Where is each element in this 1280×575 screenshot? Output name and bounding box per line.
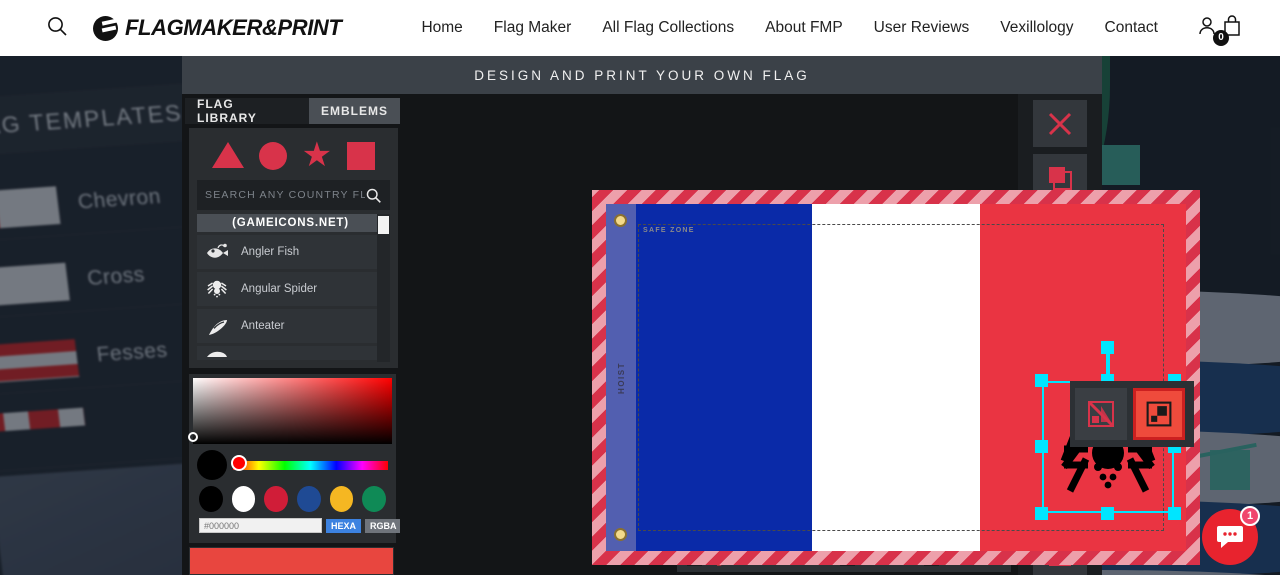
copy-icon: [1049, 166, 1072, 190]
primary-action-button[interactable]: [189, 547, 394, 575]
hex-input[interactable]: [199, 518, 322, 533]
app-body: FLAG LIBRARY EMBLEMS ★ (GAMEICONS.NET): [182, 94, 1200, 575]
saturation-cursor[interactable]: [188, 432, 198, 442]
tab-flag-library[interactable]: FLAG LIBRARY: [185, 97, 309, 125]
resize-handle-middle-left[interactable]: [1035, 440, 1048, 453]
hex-input-row: HEXA RGBA Save Reset: [193, 518, 476, 539]
nav-item-all-flag-collections[interactable]: All Flag Collections: [602, 19, 734, 37]
emblem-list-items: Angler Fish Angular Spider Anteater: [197, 235, 384, 360]
nav-item-vexillology[interactable]: Vexillology: [1000, 19, 1073, 37]
spider-icon: [203, 277, 231, 301]
partial-icon: [203, 346, 231, 360]
logo-mark-icon: [93, 15, 118, 41]
swatch-white[interactable]: [231, 486, 256, 512]
site-header: FLAGMAKER&PRINT Home Flag Maker All Flag…: [0, 0, 1280, 56]
grommet-bottom: [614, 528, 627, 541]
list-item[interactable]: [197, 346, 384, 360]
circle-shape-button[interactable]: [258, 142, 287, 170]
angler-fish-icon: [203, 240, 231, 264]
overlay-off-option[interactable]: [1075, 388, 1127, 440]
emblem-list-scrollbar[interactable]: [377, 214, 390, 362]
hoist-label: HOIST: [616, 361, 626, 394]
list-source-label: (GAMEICONS.NET): [197, 214, 384, 232]
nav-item-home[interactable]: Home: [421, 19, 462, 37]
library-box: ★ (GAMEICONS.NET) Angler Fish: [189, 128, 398, 368]
panel-tabs: FLAG LIBRARY EMBLEMS: [185, 97, 400, 125]
logo-text: FLAGMAKER&PRINT: [125, 15, 342, 40]
overlay-options-popup: [1070, 381, 1194, 447]
chat-widget-button[interactable]: 1: [1202, 506, 1260, 565]
swatch-black[interactable]: [199, 486, 223, 512]
anteater-icon: [203, 314, 231, 338]
library-panel: FLAG LIBRARY EMBLEMS ★ (GAMEICONS.NET): [183, 94, 476, 575]
current-color-swatch: [197, 450, 227, 480]
hue-slider-knob[interactable]: [231, 454, 247, 471]
list-item[interactable]: Angular Spider: [197, 272, 384, 306]
site-logo[interactable]: FLAGMAKER&PRINT: [93, 15, 342, 41]
search-icon[interactable]: [46, 15, 68, 42]
swatch-green[interactable]: [362, 486, 387, 512]
tab-emblems[interactable]: EMBLEMS: [309, 98, 400, 124]
list-item-label: Angular Spider: [241, 283, 318, 295]
nav-item-contact[interactable]: Contact: [1105, 19, 1158, 37]
flag-maker-app: DESIGN AND PRINT YOUR OWN FLAG FLAG LIBR…: [182, 56, 1200, 575]
overlay-on-option[interactable]: [1133, 388, 1185, 440]
list-item-label: Anteater: [241, 320, 285, 332]
resize-handle-bottom-center[interactable]: [1101, 507, 1114, 520]
rgba-button[interactable]: RGBA: [365, 518, 402, 533]
hexa-button[interactable]: HEXA: [326, 518, 362, 533]
flag-canvas[interactable]: HOIST SAFE ZONE: [400, 94, 1200, 575]
safe-zone-label: SAFE ZONE: [643, 227, 695, 234]
preset-swatches: [193, 482, 392, 518]
triangle-shape-button[interactable]: [212, 142, 245, 168]
scrollbar-thumb[interactable]: [378, 216, 389, 234]
app-title: DESIGN AND PRINT YOUR OWN FLAG: [182, 56, 1102, 94]
resize-handle-top-left[interactable]: [1035, 374, 1048, 387]
list-item[interactable]: Anteater: [197, 309, 384, 343]
main-navigation: Home Flag Maker All Flag Collections Abo…: [421, 19, 1158, 37]
color-picker: HEXA RGBA Save Reset: [188, 374, 476, 543]
search-icon[interactable]: [365, 187, 382, 204]
nav-item-about-fmp[interactable]: About FMP: [765, 19, 843, 37]
saturation-value-field[interactable]: [188, 378, 392, 444]
swatch-blue[interactable]: [297, 486, 321, 512]
swatch-red[interactable]: [264, 486, 289, 512]
chat-bubble-icon: [1217, 526, 1243, 548]
shape-buttons: ★: [195, 136, 392, 180]
x-icon: [1048, 112, 1072, 135]
rotate-handle[interactable]: [1101, 341, 1114, 354]
delete-button[interactable]: [1033, 100, 1087, 147]
nav-item-flag-maker[interactable]: Flag Maker: [494, 19, 572, 37]
list-item-label: Angler Fish: [241, 246, 300, 258]
star-shape-button[interactable]: ★: [302, 138, 332, 172]
cart-count-badge: 0: [1213, 29, 1229, 46]
hoist-strip: HOIST: [606, 204, 636, 551]
square-shape-button[interactable]: [346, 142, 375, 170]
search-input[interactable]: [205, 189, 365, 201]
resize-handle-bottom-right[interactable]: [1168, 507, 1181, 520]
shopping-bag-icon[interactable]: 0: [1213, 14, 1244, 46]
chat-unread-badge: 1: [1240, 506, 1260, 526]
header-actions: 0: [1196, 0, 1244, 56]
nav-item-user-reviews[interactable]: User Reviews: [874, 19, 970, 37]
resize-handle-bottom-left[interactable]: [1035, 507, 1048, 520]
list-item[interactable]: Angler Fish: [197, 235, 384, 269]
search-flag-bar: [197, 180, 390, 210]
hue-row: [193, 444, 392, 482]
swatch-yellow[interactable]: [329, 486, 354, 512]
emblem-list: (GAMEICONS.NET) Angler Fish Angular Spid…: [197, 214, 390, 362]
hue-slider[interactable]: [231, 454, 388, 471]
grommet-top: [614, 214, 627, 227]
